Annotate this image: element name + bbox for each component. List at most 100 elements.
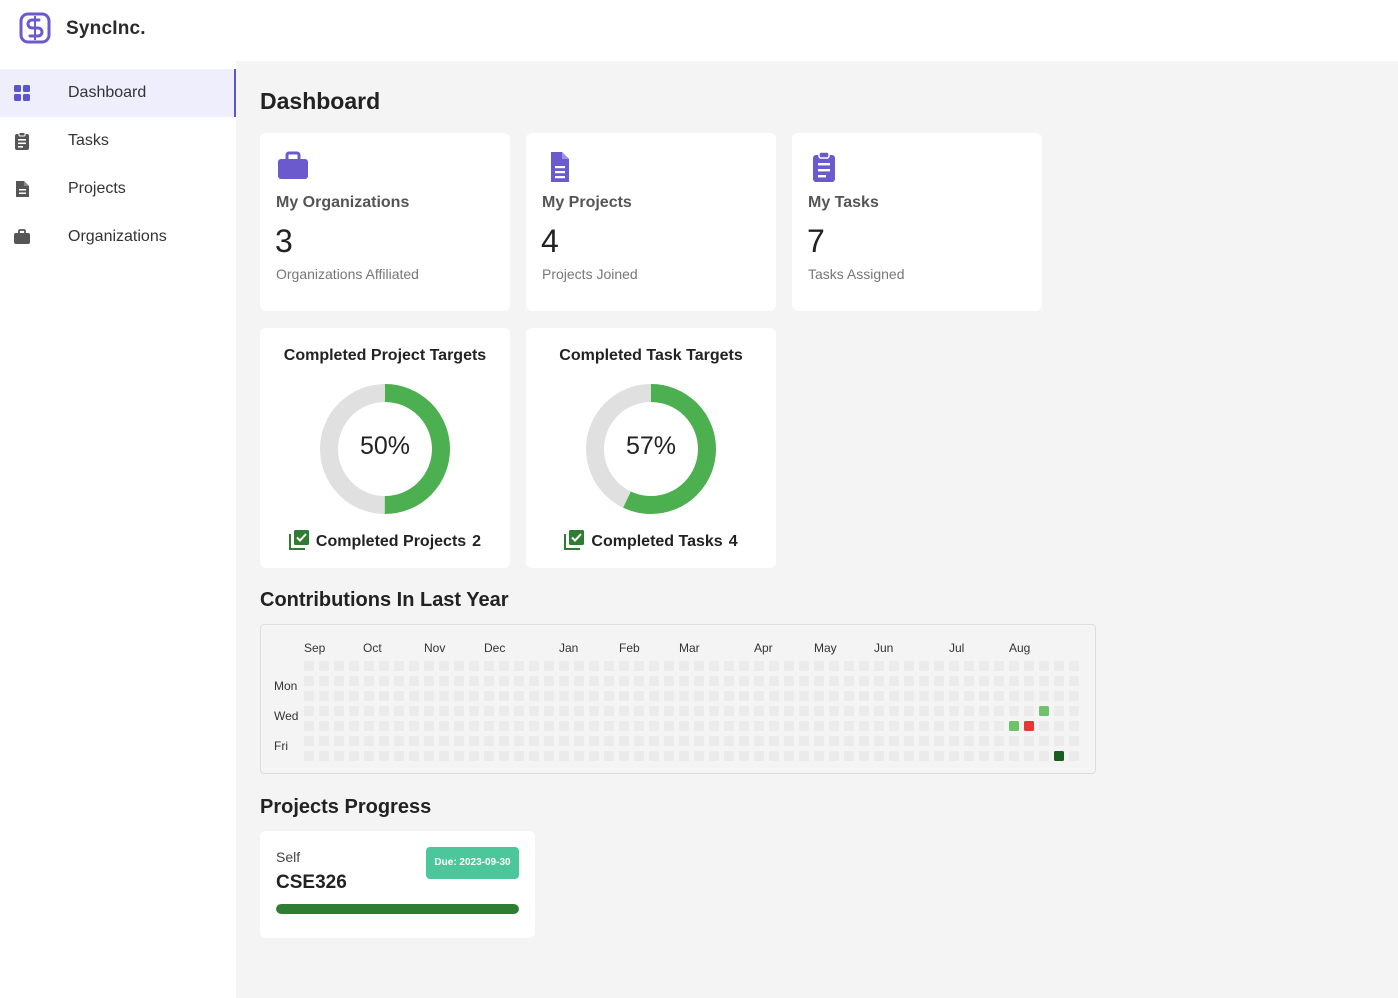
contribution-cell xyxy=(304,721,314,731)
contribution-cell xyxy=(364,751,374,761)
contribution-cell xyxy=(334,661,344,671)
contribution-cell xyxy=(1054,676,1064,686)
contribution-cell xyxy=(499,751,509,761)
checklist-icon xyxy=(288,530,309,550)
contribution-cell xyxy=(319,751,329,761)
contribution-cell xyxy=(454,676,464,686)
sidebar-item-dashboard[interactable]: Dashboard xyxy=(0,69,236,117)
contribution-cell xyxy=(859,706,869,716)
contribution-cell xyxy=(439,736,449,746)
contribution-cell-active xyxy=(1024,721,1034,731)
contribution-cell xyxy=(394,661,404,671)
contribution-cell xyxy=(829,661,839,671)
sidebar-item-organizations[interactable]: Organizations xyxy=(0,213,236,261)
contribution-cell xyxy=(784,751,794,761)
target-title: Completed Task Targets xyxy=(559,347,743,364)
contribution-cell xyxy=(694,736,704,746)
contribution-cell xyxy=(979,706,989,716)
sidebar-item-label: Dashboard xyxy=(68,84,147,101)
contribution-cell xyxy=(739,751,749,761)
contribution-cell xyxy=(844,721,854,731)
contribution-cell xyxy=(1069,721,1079,731)
contribution-cell xyxy=(304,676,314,686)
contribution-cell xyxy=(649,691,659,701)
stat-card-organizations[interactable]: My Organizations 3 Organizations Affilia… xyxy=(260,133,510,311)
contribution-cell xyxy=(919,661,929,671)
contribution-cell xyxy=(589,736,599,746)
contribution-cell xyxy=(1069,751,1079,761)
contribution-cell xyxy=(1039,736,1049,746)
contribution-cell xyxy=(319,721,329,731)
contribution-cell xyxy=(874,706,884,716)
contribution-cell xyxy=(349,691,359,701)
contribution-cell xyxy=(859,676,869,686)
contribution-cell xyxy=(859,751,869,761)
contribution-cell xyxy=(799,691,809,701)
contribution-cell xyxy=(784,721,794,731)
contribution-cell xyxy=(304,706,314,716)
contribution-cell xyxy=(409,736,419,746)
stat-card-projects[interactable]: My Projects 4 Projects Joined xyxy=(526,133,776,311)
contribution-cell xyxy=(859,691,869,701)
contribution-cell xyxy=(829,676,839,686)
contribution-cell xyxy=(919,691,929,701)
sidebar-item-tasks[interactable]: Tasks xyxy=(0,117,236,165)
contribution-cell xyxy=(1024,706,1034,716)
contribution-cell xyxy=(784,691,794,701)
contribution-cell xyxy=(694,706,704,716)
document-icon xyxy=(16,181,29,197)
contribution-cell xyxy=(379,661,389,671)
contribution-cell xyxy=(724,691,734,701)
contribution-cell xyxy=(889,676,899,686)
brand-name[interactable]: SyncInc. xyxy=(66,18,146,40)
contribution-cell xyxy=(889,721,899,731)
contribution-cell xyxy=(949,691,959,701)
stat-card-tasks[interactable]: My Tasks 7 Tasks Assigned xyxy=(792,133,1042,311)
contribution-cell xyxy=(814,661,824,671)
contribution-cell xyxy=(589,751,599,761)
contribution-cell xyxy=(454,661,464,671)
contribution-cell xyxy=(529,721,539,731)
contribution-cell xyxy=(499,721,509,731)
contribution-cell xyxy=(304,751,314,761)
contribution-cell xyxy=(679,736,689,746)
contribution-cell xyxy=(769,721,779,731)
target-percent: 50% xyxy=(359,432,411,460)
contribution-cell xyxy=(844,736,854,746)
stat-title: My Tasks xyxy=(808,194,879,211)
contribution-cell xyxy=(349,661,359,671)
contribution-cell xyxy=(379,736,389,746)
contribution-cell xyxy=(1054,706,1064,716)
contribution-cell xyxy=(409,751,419,761)
contribution-cell xyxy=(604,721,614,731)
contribution-cell xyxy=(634,736,644,746)
contribution-cell xyxy=(679,691,689,701)
contribution-cell xyxy=(484,736,494,746)
syncinc-logo-icon[interactable] xyxy=(19,12,51,44)
contribution-cell xyxy=(619,721,629,731)
contribution-cell xyxy=(1039,751,1049,761)
contribution-cell xyxy=(1024,751,1034,761)
contribution-cell xyxy=(319,661,329,671)
contribution-cell xyxy=(769,661,779,671)
contribution-cell xyxy=(934,721,944,731)
contribution-cell xyxy=(844,691,854,701)
contribution-cell xyxy=(919,751,929,761)
project-progress-card[interactable]: Self CSE326 Due: 2023-09-30 xyxy=(260,831,535,938)
sidebar-item-projects[interactable]: Projects xyxy=(0,165,236,213)
contribution-cell xyxy=(1069,691,1079,701)
contribution-cell xyxy=(649,736,659,746)
contribution-cell xyxy=(604,751,614,761)
page-title: Dashboard xyxy=(260,88,381,114)
contribution-cell xyxy=(574,661,584,671)
contribution-cell xyxy=(919,736,929,746)
contribution-cell xyxy=(874,691,884,701)
contribution-cell xyxy=(424,691,434,701)
contribution-cell xyxy=(964,736,974,746)
contribution-cell xyxy=(994,721,1004,731)
contribution-cell xyxy=(799,676,809,686)
contribution-cell xyxy=(1069,706,1079,716)
contribution-cell xyxy=(904,751,914,761)
contribution-cell xyxy=(1054,736,1064,746)
contribution-cell xyxy=(799,661,809,671)
